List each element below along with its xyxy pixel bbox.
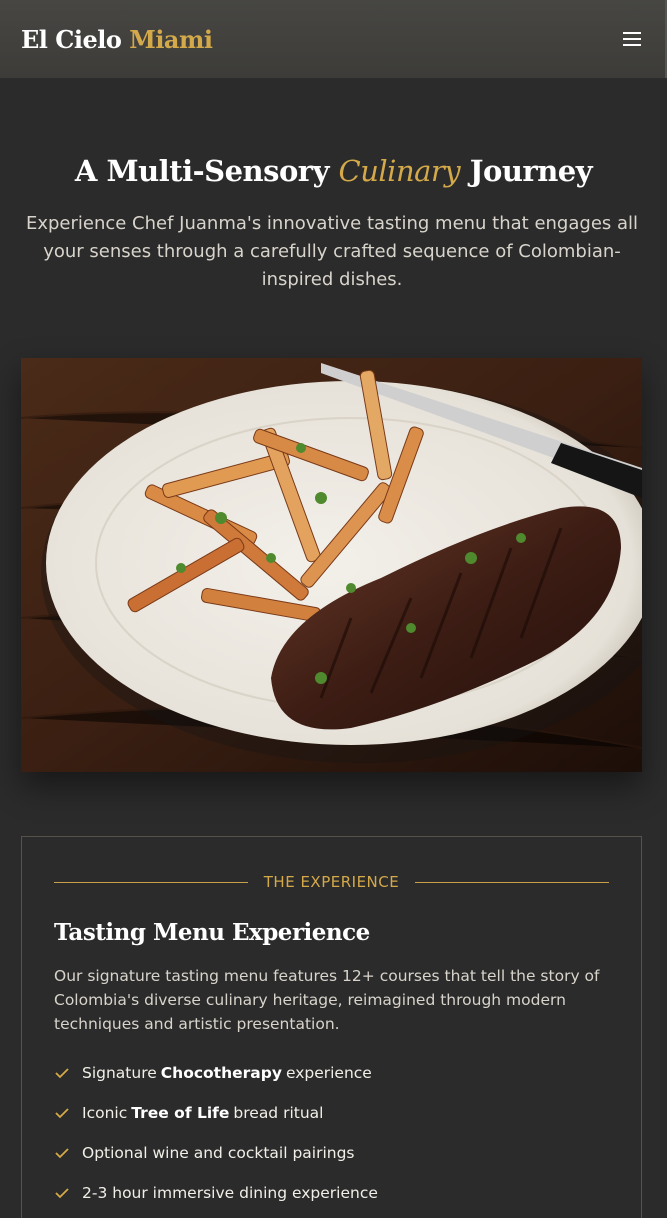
check-icon — [54, 1187, 70, 1199]
feature-list: Signature Chocotherapy experience Iconic… — [54, 1061, 378, 1218]
logo-main-text: El Cielo — [21, 24, 122, 54]
top-navigation-bar: El Cielo Miami — [0, 0, 667, 78]
card-description: Our signature tasting menu features 12+ … — [54, 967, 600, 1033]
hamburger-menu-icon[interactable] — [623, 32, 641, 46]
check-icon — [54, 1067, 70, 1079]
feature-item: Iconic Tree of Life bread ritual — [54, 1101, 378, 1125]
eyebrow: THE EXPERIENCE — [54, 871, 609, 893]
eyebrow-divider-left — [54, 881, 248, 883]
hero-title-after: Journey — [469, 154, 593, 188]
check-icon — [54, 1147, 70, 1159]
logo-accent-text: Miami — [129, 24, 213, 54]
card-title: Tasting Menu Experience — [54, 919, 370, 946]
feature-item: Signature Chocotherapy experience — [54, 1061, 378, 1085]
eyebrow-label: THE EXPERIENCE — [263, 873, 400, 891]
experience-card: THE EXPERIENCE Tasting Menu Experience O… — [21, 836, 642, 1218]
eyebrow-divider-right — [415, 881, 609, 883]
hero-title: A Multi-Sensory Culinary Journey — [0, 154, 667, 188]
hero-title-before: A Multi-Sensory — [74, 154, 330, 188]
site-logo[interactable]: El Cielo Miami — [21, 25, 213, 54]
hero-title-highlight: Culinary — [338, 154, 461, 188]
check-icon — [54, 1107, 70, 1119]
dish-photo — [21, 358, 642, 772]
feature-item: 2-3 hour immersive dining experience — [54, 1181, 378, 1205]
hero-subtitle: Experience Chef Juanma's innovative tast… — [25, 213, 639, 290]
feature-item: Optional wine and cocktail pairings — [54, 1141, 378, 1165]
